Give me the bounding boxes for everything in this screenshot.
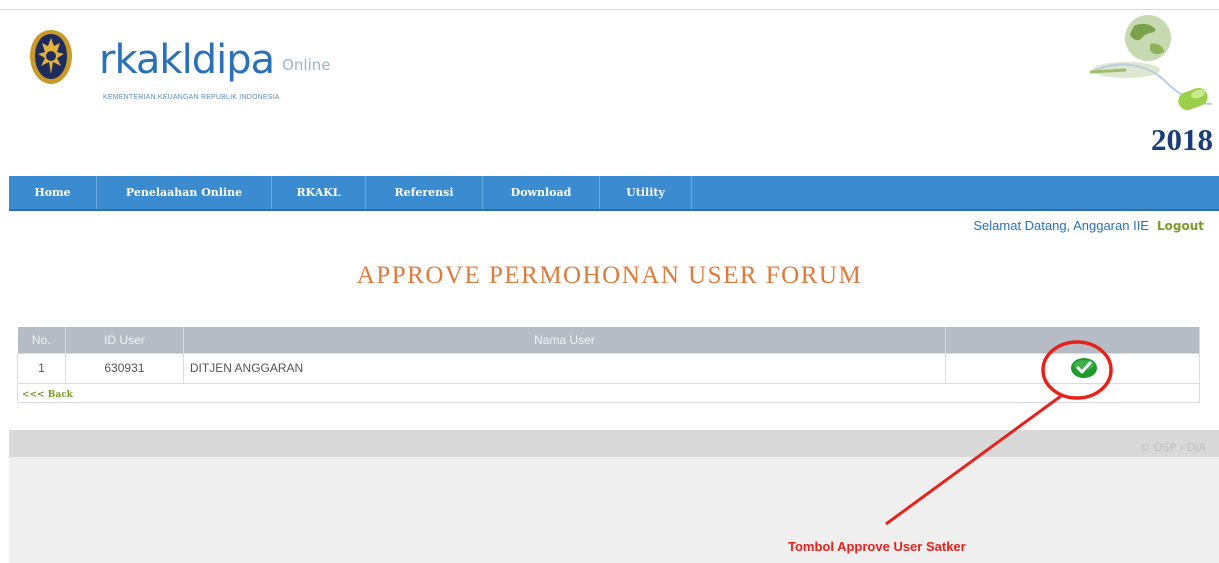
footer-bar [9,430,1219,457]
user-request-table: No. ID User Nama User 1 630931 DITJEN AN… [17,327,1200,403]
brand-name: rkakldipa [99,37,275,83]
welcome-text: Selamat Datang, Anggaran IIE [973,218,1149,233]
header-action [945,327,1200,353]
page-title: APPROVE PERMOHONAN USER FORUM [356,262,863,289]
header-id-user: ID User [65,327,184,353]
brand-tagline: KEMENTERIAN KEUANGAN REPUBLIK INDONESIA [103,94,280,101]
nav-rkakl[interactable]: RKAKL [272,176,366,209]
nav-penelaahan-online[interactable]: Penelaahan Online [97,176,272,209]
footer-area [9,457,1219,563]
logout-link[interactable]: Logout [1157,219,1204,233]
cell-id-user: 630931 [64,352,184,384]
nav-utility[interactable]: Utility [600,176,692,209]
cell-action [945,352,1200,384]
cell-nama-user: DITJEN ANGGARAN [182,352,947,384]
nav-home[interactable]: Home [9,176,97,209]
annotation-label: Tombol Approve User Satker [788,539,966,554]
brand-logo[interactable]: rkakldipa Online [99,40,331,80]
copyright: © DSP - DJA [1139,441,1206,454]
header-nama-user: Nama User [183,327,947,353]
nav-download[interactable]: Download [483,176,600,209]
brand-suffix: Online [282,56,331,74]
table-header-row: No. ID User Nama User [17,327,1200,353]
top-border [0,9,1219,10]
table-row: 1 630931 DITJEN ANGGARAN [17,352,1200,384]
globe-mouse-icon [1089,15,1213,111]
back-link[interactable]: <<< Back [18,390,73,400]
back-row: <<< Back [17,382,1200,403]
fiscal-year: 2018 [1151,122,1213,157]
user-bar: Selamat Datang, Anggaran IIE Logout [973,218,1204,233]
nav-referensi[interactable]: Referensi [366,176,483,209]
header-no: No. [17,327,66,353]
ministry-emblem-icon [30,30,72,84]
cell-no: 1 [17,352,66,384]
approve-check-icon[interactable] [1070,357,1098,379]
main-nav: Home Penelaahan Online RKAKL Referensi D… [9,176,1219,211]
